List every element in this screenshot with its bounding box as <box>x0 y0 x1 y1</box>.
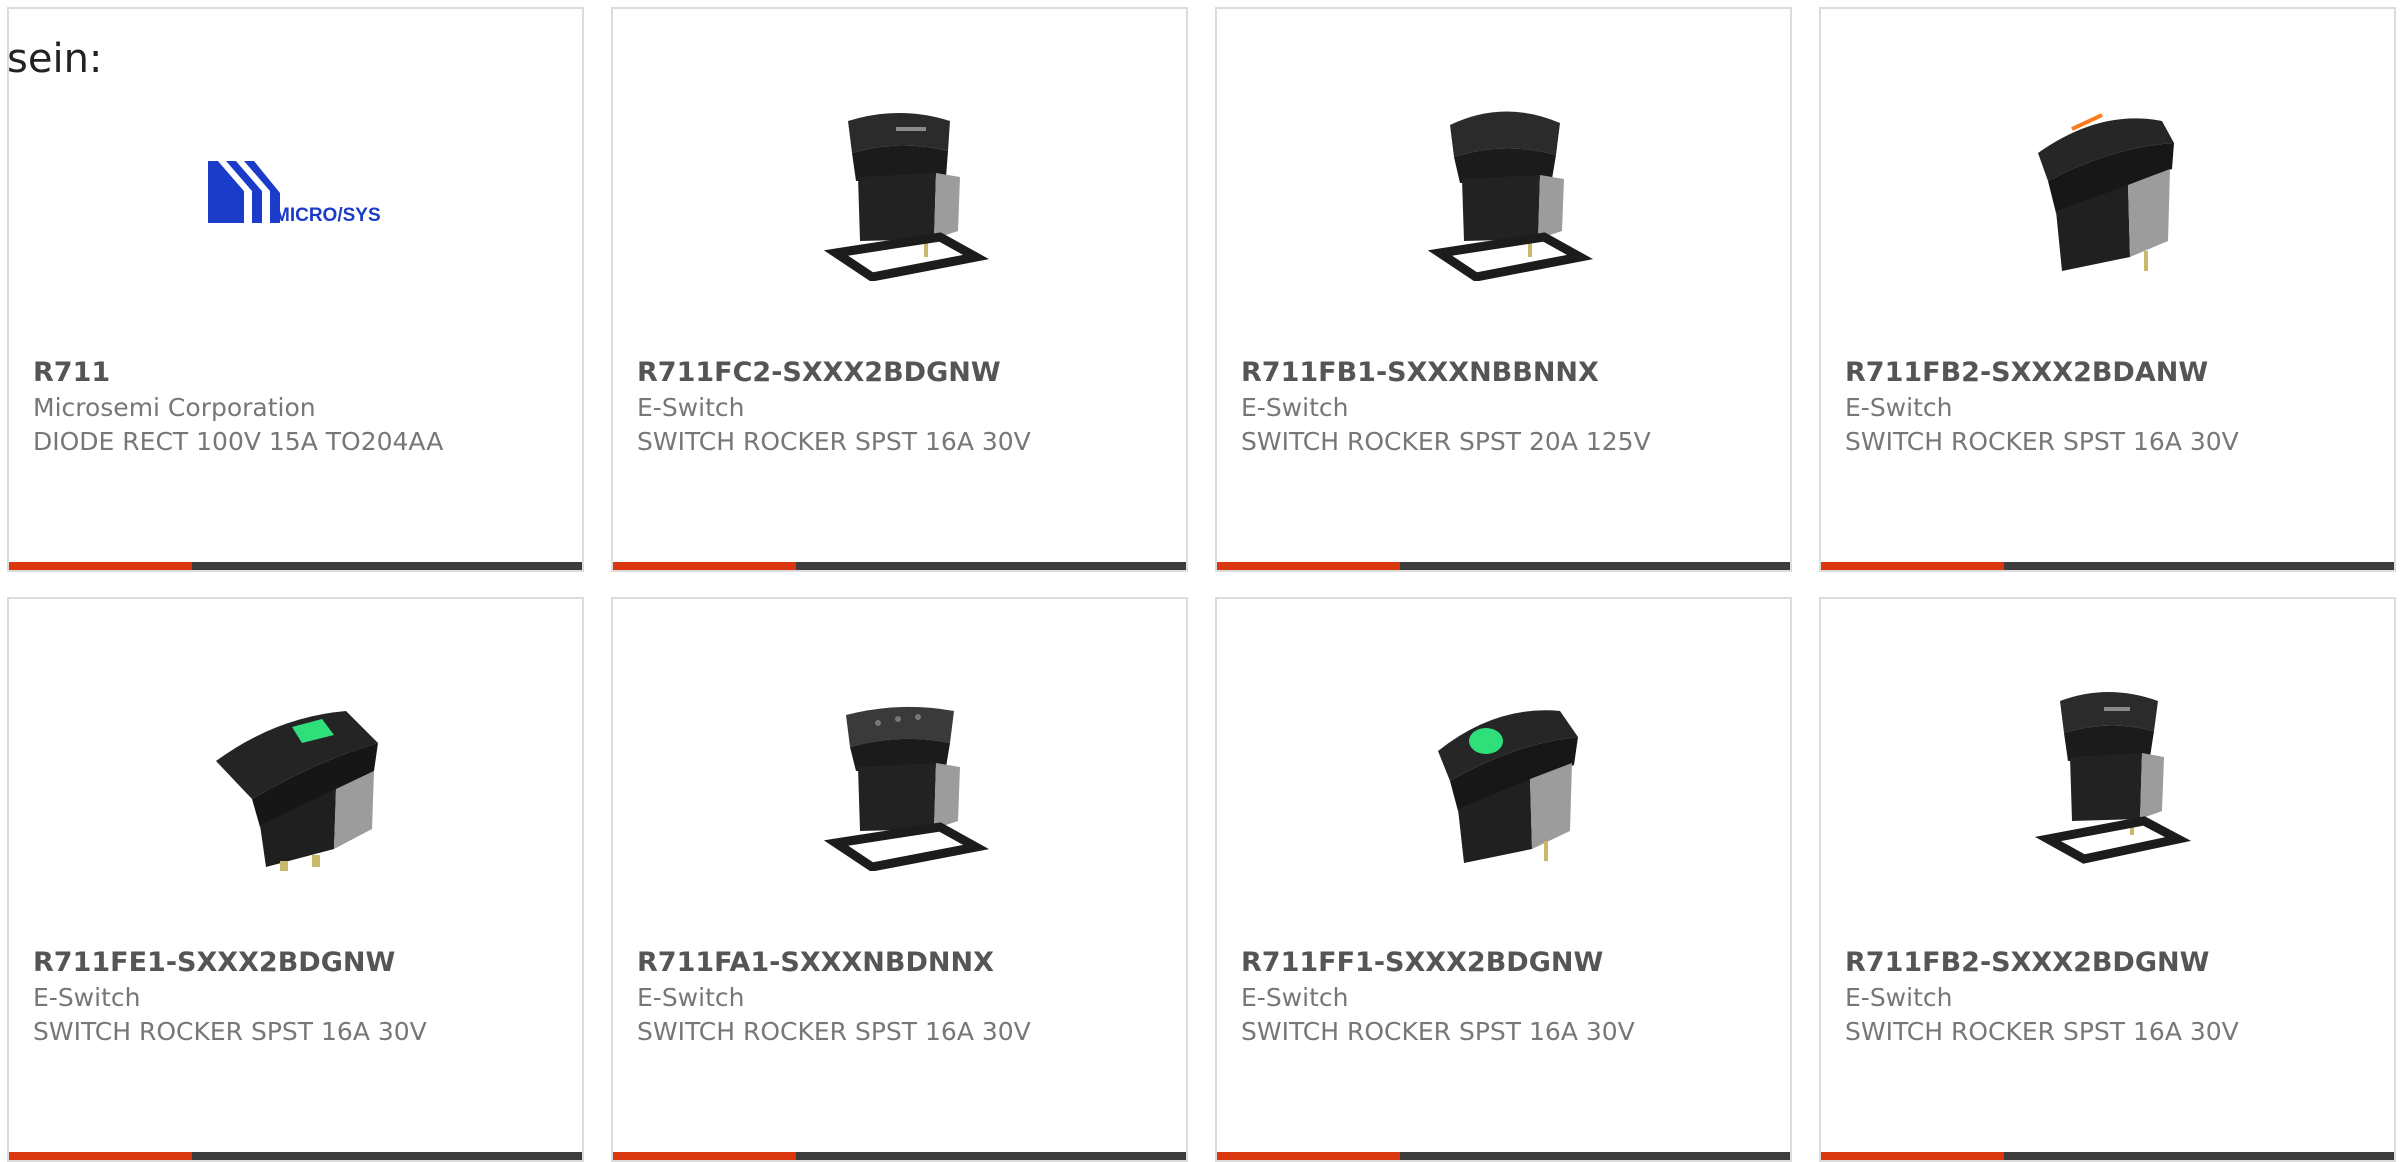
product-description: SWITCH ROCKER SPST 16A 30V <box>1241 1017 1635 1046</box>
product-card-r711ff1[interactable]: R711FF1-SXXX2BDGNW E-Switch SWITCH ROCKE… <box>1215 597 1792 1162</box>
manufacturer-name: E-Switch <box>1241 983 1349 1012</box>
part-number[interactable]: R711FB1-SXXXNBBNNX <box>1241 355 1780 391</box>
product-description: SWITCH ROCKER SPST 16A 30V <box>1845 427 2239 456</box>
part-number[interactable]: R711 <box>33 355 572 391</box>
product-card-r711fb2-anw[interactable]: R711FB2-SXXX2BDANW E-Switch SWITCH ROCKE… <box>1819 7 2396 572</box>
microsys-logo-text: MICRO/SYS <box>274 205 381 226</box>
rocker-switch-orange-stripe-icon <box>2008 81 2208 281</box>
product-card-r711fa1[interactable]: R711FA1-SXXXNBDNNX E-Switch SWITCH ROCKE… <box>611 597 1188 1162</box>
rocker-switch-gasket-icon <box>800 81 1000 281</box>
product-card-r711fb1[interactable]: R711FB1-SXXXNBBNNX E-Switch SWITCH ROCKE… <box>1215 7 1792 572</box>
manufacturer-name: E-Switch <box>1241 393 1349 422</box>
card-accent-bar <box>613 1152 796 1160</box>
rocker-switch-green-lens-icon <box>196 671 396 871</box>
part-number[interactable]: R711FF1-SXXX2BDGNW <box>1241 945 1780 981</box>
card-accent-bar <box>9 562 192 570</box>
card-accent-bar <box>9 1152 192 1160</box>
part-number[interactable]: R711FB2-SXXX2BDGNW <box>1845 945 2384 981</box>
product-card-r711fb2-gnw[interactable]: R711FB2-SXXX2BDGNW E-Switch SWITCH ROCKE… <box>1819 597 2396 1162</box>
part-number[interactable]: R711FB2-SXXX2BDANW <box>1845 355 2384 391</box>
rocker-switch-gasket-icon <box>2008 671 2208 871</box>
rocker-switch-gasket-icon <box>800 671 1000 871</box>
product-card-r711fc2[interactable]: R711FC2-SXXX2BDGNW E-Switch SWITCH ROCKE… <box>611 7 1188 572</box>
card-accent-bar <box>613 562 796 570</box>
product-description: SWITCH ROCKER SPST 20A 125V <box>1241 427 1651 456</box>
manufacturer-name: E-Switch <box>1845 393 1953 422</box>
rocker-switch-green-dot-icon <box>1404 671 1604 871</box>
product-description: SWITCH ROCKER SPST 16A 30V <box>1845 1017 2239 1046</box>
product-card-r711fe1[interactable]: R711FE1-SXXX2BDGNW E-Switch SWITCH ROCKE… <box>7 597 584 1162</box>
card-accent-bar <box>1217 1152 1400 1160</box>
manufacturer-name: E-Switch <box>637 393 745 422</box>
manufacturer-name: E-Switch <box>637 983 745 1012</box>
card-accent-bar <box>1217 562 1400 570</box>
microsys-logo: MICRO/SYS <box>196 81 396 281</box>
intro-text: sein: <box>7 36 103 82</box>
product-description: SWITCH ROCKER SPST 16A 30V <box>637 427 1031 456</box>
product-description: SWITCH ROCKER SPST 16A 30V <box>637 1017 1031 1046</box>
card-accent-bar <box>1821 1152 2004 1160</box>
part-number[interactable]: R711FA1-SXXXNBDNNX <box>637 945 1176 981</box>
product-description: SWITCH ROCKER SPST 16A 30V <box>33 1017 427 1046</box>
product-description: DIODE RECT 100V 15A TO204AA <box>33 427 444 456</box>
part-number[interactable]: R711FE1-SXXX2BDGNW <box>33 945 572 981</box>
manufacturer-name: E-Switch <box>1845 983 1953 1012</box>
product-card-r711[interactable]: MICRO/SYS R711 Microsemi Corporation DIO… <box>7 7 584 572</box>
manufacturer-name: E-Switch <box>33 983 141 1012</box>
rocker-switch-gasket-icon <box>1404 81 1604 281</box>
card-accent-bar <box>1821 562 2004 570</box>
manufacturer-name: Microsemi Corporation <box>33 393 316 422</box>
part-number[interactable]: R711FC2-SXXX2BDGNW <box>637 355 1176 391</box>
